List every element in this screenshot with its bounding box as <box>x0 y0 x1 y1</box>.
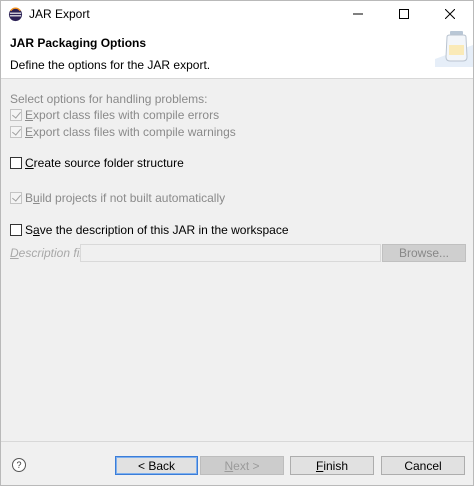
create-source-label: Create source folder structure <box>25 156 184 170</box>
save-description-checkbox[interactable] <box>10 224 22 236</box>
close-button[interactable] <box>427 1 473 27</box>
maximize-button[interactable] <box>381 1 427 27</box>
next-button[interactable]: Next > <box>200 456 284 475</box>
title-bar: JAR Export <box>1 1 473 27</box>
export-warnings-checkbox[interactable] <box>10 126 22 138</box>
finish-button[interactable]: Finish <box>290 456 374 475</box>
page-title: JAR Packaging Options <box>10 36 147 50</box>
create-source-option[interactable]: Create source folder structure <box>10 155 184 171</box>
export-warnings-option[interactable]: Export class files with compile warnings <box>10 124 236 140</box>
build-projects-label: Build projects if not built automaticall… <box>25 191 226 205</box>
back-button[interactable]: < Back <box>115 456 198 475</box>
minimize-icon <box>353 13 363 15</box>
button-bar: ? < Back Next > Finish Cancel <box>1 441 473 485</box>
cancel-button[interactable]: Cancel <box>381 456 465 475</box>
wizard-banner: JAR Packaging Options Define the options… <box>1 27 473 79</box>
export-errors-checkbox[interactable] <box>10 109 22 121</box>
window-title: JAR Export <box>29 7 90 21</box>
description-file-input[interactable] <box>80 244 381 262</box>
export-errors-label: Export class files with compile errors <box>25 108 220 122</box>
maximize-icon <box>399 9 409 19</box>
build-projects-checkbox[interactable] <box>10 192 22 204</box>
save-description-option[interactable]: Save the description of this JAR in the … <box>10 222 289 238</box>
problems-section-label: Select options for handling problems: <box>10 92 208 106</box>
export-warnings-label: Export class files with compile warnings <box>25 125 236 139</box>
save-description-label: Save the description of this JAR in the … <box>25 223 289 237</box>
jar-export-dialog: JAR Export JAR Packaging Options Define … <box>0 0 474 486</box>
export-errors-option[interactable]: Export class files with compile errors <box>10 107 219 123</box>
help-button[interactable]: ? <box>12 458 26 472</box>
create-source-checkbox[interactable] <box>10 157 22 169</box>
help-icon: ? <box>16 460 22 470</box>
build-projects-option[interactable]: Build projects if not built automaticall… <box>10 190 225 206</box>
close-icon <box>445 9 455 19</box>
jar-wizard-icon <box>435 31 473 67</box>
minimize-button[interactable] <box>335 1 381 27</box>
options-panel: Select options for handling problems: Ex… <box>1 80 473 440</box>
eclipse-icon <box>8 7 23 22</box>
description-file-row: Description file: Browse... <box>10 244 466 262</box>
browse-button[interactable]: Browse... <box>382 244 466 262</box>
page-description: Define the options for the JAR export. <box>10 58 211 72</box>
